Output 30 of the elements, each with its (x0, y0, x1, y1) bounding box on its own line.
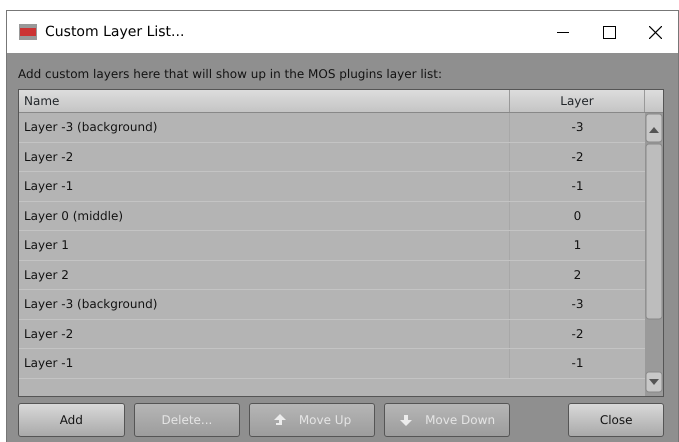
layer-name-cell: Layer -1 (19, 349, 510, 378)
layer-number-cell-text: 0 (572, 208, 582, 225)
layer-number-cell-text: -1 (570, 178, 584, 196)
window-title: Custom Layer List... (45, 22, 186, 42)
column-header[interactable]: Layer (510, 90, 645, 112)
app-logo-icon (19, 24, 37, 40)
layer-name-cell: Layer 0 (middle) (19, 202, 510, 230)
column-header[interactable]: Name (19, 90, 510, 112)
layer-number-cell-text: -3 (570, 296, 584, 314)
layer-name-cell: Layer -1 (19, 172, 510, 200)
layer-name-cell: Layer 1 (19, 231, 510, 260)
layer-name-cell: Layer 2 (19, 260, 510, 289)
dialog-button[interactable]: Close (568, 403, 664, 437)
dialog-button[interactable]: Add (18, 403, 125, 437)
layer-number-cell-text: -3 (570, 119, 584, 136)
instruction-text: Add custom layers here that will show up in the MOS plugins layer list: (18, 66, 444, 83)
up-arrow-icon (272, 414, 287, 426)
layer-name-cell: Layer -3 (background) (19, 113, 510, 142)
layer-number-cell-text: -2 (570, 326, 584, 343)
close-icon (648, 26, 662, 38)
down-arrow-icon (399, 414, 414, 426)
layer-name-cell: Layer -2 (19, 320, 510, 348)
layer-number-cell-text: -1 (570, 355, 584, 372)
layer-name-cell: Layer -2 (19, 142, 510, 171)
layer-number-cell-text: 1 (572, 237, 582, 254)
layer-number-cell-text: -2 (570, 148, 584, 166)
layer-name-cell: Layer -3 (background) (19, 290, 510, 318)
layer-number-cell-text: 2 (572, 266, 582, 284)
maximize-icon (602, 26, 616, 38)
vertical-scrollbar[interactable] (645, 113, 663, 396)
